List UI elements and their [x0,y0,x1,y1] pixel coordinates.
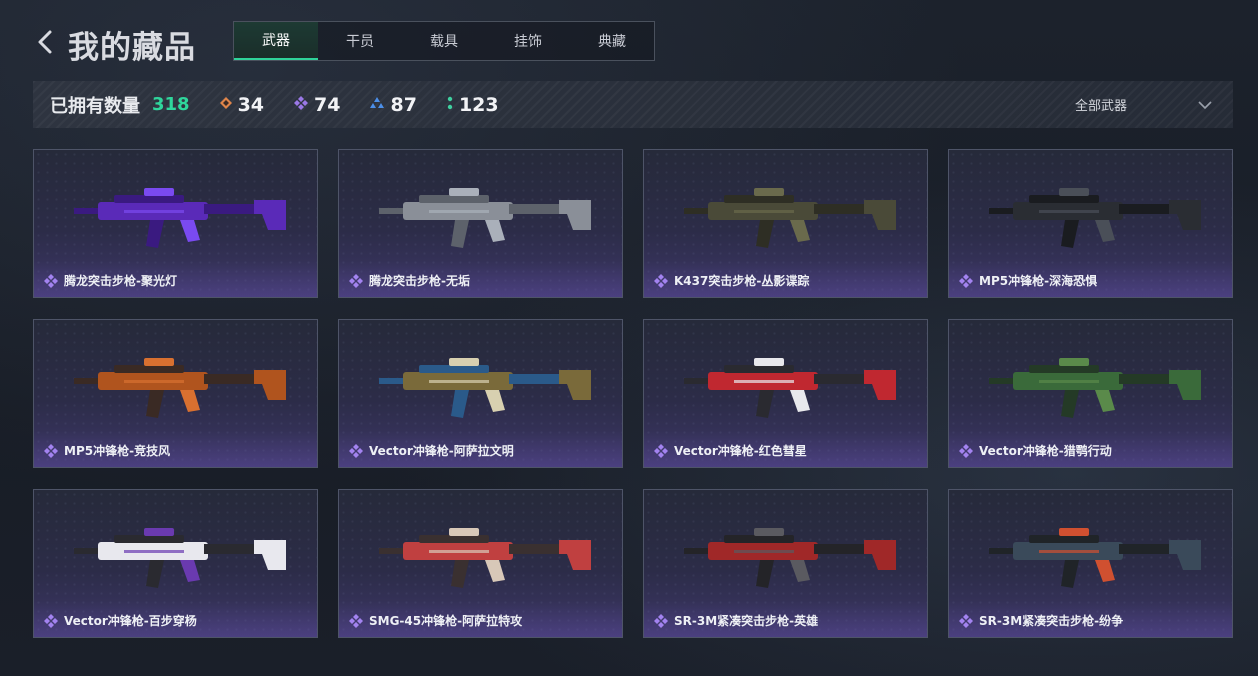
rarity-icon [959,273,973,288]
weapon-card[interactable]: Vector冲锋枪-红色彗星 [643,319,928,468]
weapon-name-label: 腾龙突击步枪-聚光灯 [64,274,177,288]
tab-charms[interactable]: 挂饰 [486,22,570,60]
weapon-card[interactable]: Vector冲锋枪-百步穿杨 [33,489,318,638]
filter-selected-value: 全部武器 [1074,99,1127,114]
weapon-image [989,188,1201,248]
weapon-name-label: Vector冲锋枪-阿萨拉文明 [369,444,514,458]
blue-triangle-icon [370,97,385,112]
stat-orange: 34 [219,94,264,116]
tab-collection[interactable]: 典藏 [570,22,654,60]
rarity-icon [959,443,973,458]
green-dots-icon [447,96,453,113]
weapon-image [989,358,1201,418]
weapon-name-label: K437突击步枪-丛影谍踪 [674,274,810,288]
rarity-icon [44,443,58,458]
weapon-name: Vector冲锋枪-百步穿杨 [44,612,197,629]
ownership-summary-bar: 已拥有数量 318 34 74 87 123 全部武器 [33,81,1233,128]
rarity-icon [349,443,363,458]
stat-purple: 74 [294,94,340,116]
weapon-image [74,528,286,588]
weapon-name-label: SR-3M紧凑突击步枪-英雄 [674,614,819,628]
weapon-name-label: SMG-45冲锋枪-阿萨拉特攻 [369,614,523,628]
rarity-icon [349,613,363,628]
purple-diamond-icon [294,96,309,113]
weapon-name: Vector冲锋枪-阿萨拉文明 [349,442,514,459]
weapon-name: 腾龙突击步枪-聚光灯 [44,272,177,289]
rarity-icon [44,613,58,628]
weapon-name: MP5冲锋枪-深海恐惧 [959,272,1097,289]
weapon-card[interactable]: SR-3M紧凑突击步枪-纷争 [948,489,1233,638]
weapon-card[interactable]: SR-3M紧凑突击步枪-英雄 [643,489,928,638]
weapon-card[interactable]: K437突击步枪-丛影谍踪 [643,149,928,298]
weapon-image [74,358,286,418]
stat-green: 123 [447,94,499,116]
weapon-card[interactable]: Vector冲锋枪-阿萨拉文明 [338,319,623,468]
owned-count-label: 已拥有数量 [50,95,140,117]
weapon-name: Vector冲锋枪-红色彗星 [654,442,807,459]
weapon-card[interactable]: 腾龙突击步枪-无垢 [338,149,623,298]
weapon-name-label: Vector冲锋枪-红色彗星 [674,444,807,458]
weapon-name: K437突击步枪-丛影谍踪 [654,272,809,289]
rarity-icon [44,273,58,288]
weapon-image [379,188,591,248]
page-title: 我的藏品 [68,30,196,66]
rarity-icon [349,273,363,288]
stat-blue: 87 [370,94,417,116]
weapon-image [684,188,896,248]
weapon-card[interactable]: MP5冲锋枪-深海恐惧 [948,149,1233,298]
weapon-image [684,528,896,588]
weapon-image [379,528,591,588]
weapon-filter-dropdown[interactable]: 全部武器 [1075,81,1213,128]
rarity-icon [654,613,668,628]
rarity-icon [654,273,668,288]
weapon-name-label: MP5冲锋枪-竞技风 [64,444,171,458]
weapon-name: SR-3M紧凑突击步枪-纷争 [959,612,1123,629]
weapon-image [74,188,286,248]
weapon-image [684,358,896,418]
category-tabs: 武器 干员 载具 挂饰 典藏 [233,21,655,61]
weapon-image [379,358,591,418]
weapon-card[interactable]: MP5冲锋枪-竞技风 [33,319,318,468]
weapon-name-label: SR-3M紧凑突击步枪-纷争 [979,614,1124,628]
weapon-name: SMG-45冲锋枪-阿萨拉特攻 [349,612,522,629]
weapon-name-label: Vector冲锋枪-猎鹗行动 [979,444,1112,458]
tab-weapons[interactable]: 武器 [234,22,318,60]
weapon-grid: 腾龙突击步枪-聚光灯 腾龙突击步枪-无垢 K437突击步枪-丛影谍踪 MP5冲锋… [33,149,1233,638]
back-icon[interactable] [34,28,58,56]
weapon-card[interactable]: SMG-45冲锋枪-阿萨拉特攻 [338,489,623,638]
rarity-icon [959,613,973,628]
weapon-name: MP5冲锋枪-竞技风 [44,442,170,459]
weapon-name: SR-3M紧凑突击步枪-英雄 [654,612,818,629]
tab-operators[interactable]: 干员 [318,22,402,60]
owned-total: 318 [152,94,190,115]
orange-diamond-icon [219,97,232,112]
rarity-icon [654,443,668,458]
weapon-name-label: MP5冲锋枪-深海恐惧 [979,274,1098,288]
chevron-down-icon [1197,97,1213,113]
weapon-name: Vector冲锋枪-猎鹗行动 [959,442,1112,459]
weapon-name-label: 腾龙突击步枪-无垢 [369,274,470,288]
weapon-image [989,528,1201,588]
weapon-card[interactable]: Vector冲锋枪-猎鹗行动 [948,319,1233,468]
tab-vehicles[interactable]: 载具 [402,22,486,60]
weapon-name: 腾龙突击步枪-无垢 [349,272,470,289]
weapon-name-label: Vector冲锋枪-百步穿杨 [64,614,197,628]
weapon-card[interactable]: 腾龙突击步枪-聚光灯 [33,149,318,298]
